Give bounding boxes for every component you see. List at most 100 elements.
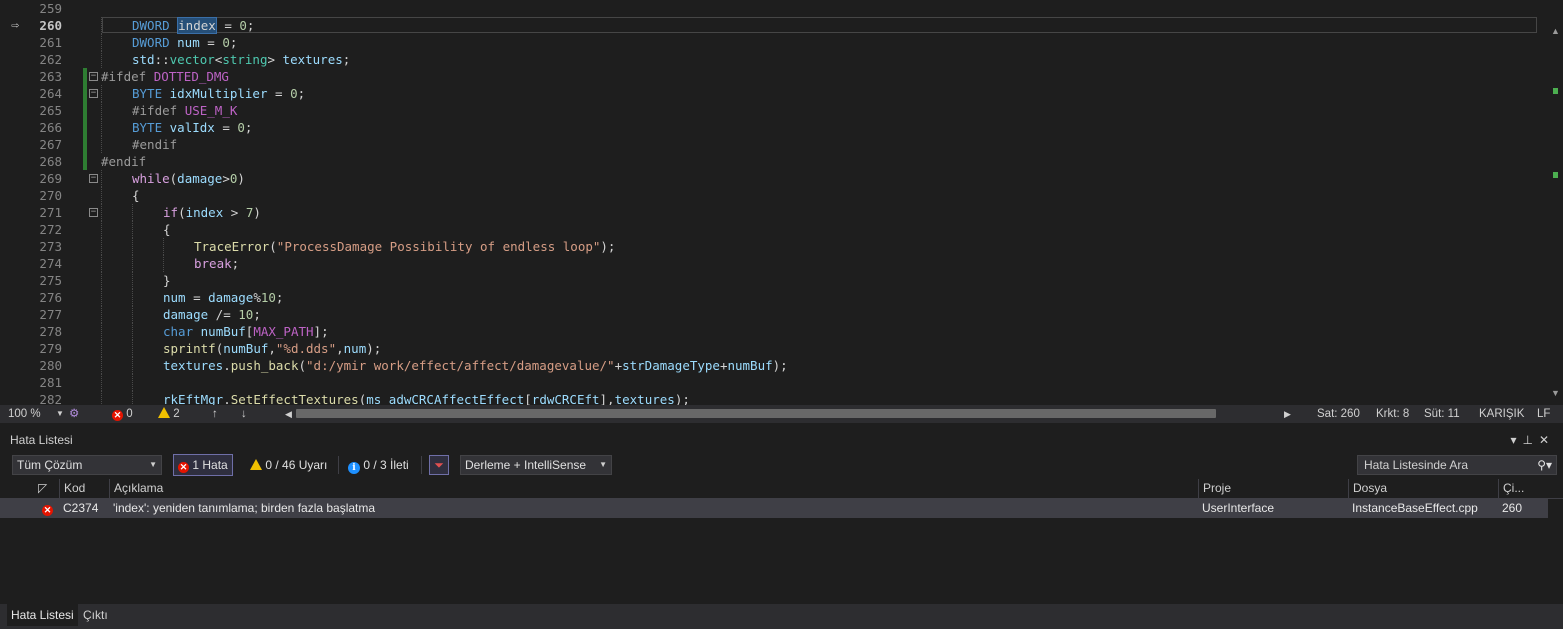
column-description[interactable]: Açıklama — [109, 479, 1199, 498]
zoom-dropdown-icon[interactable]: ▼ — [56, 405, 64, 423]
line-number: 279 — [39, 341, 62, 356]
column-line[interactable]: Çi... — [1498, 479, 1531, 498]
column-code[interactable]: Kod — [59, 479, 110, 498]
code-line[interactable]: 264 − BYTE idxMultiplier = 0; — [0, 85, 1548, 102]
code-line[interactable]: 259 — [0, 0, 1548, 17]
zoom-level[interactable]: 100 % — [8, 405, 41, 423]
indent-guide — [101, 119, 102, 136]
column-indicator[interactable]: Süt: 11 — [1424, 405, 1460, 423]
collapse-icon[interactable]: − — [89, 174, 98, 183]
warnings-filter-button[interactable]: 0 / 46 Uyarı — [250, 454, 327, 476]
scroll-right-arrow-icon[interactable]: ▶ — [1284, 405, 1291, 423]
error-list-vertical-scrollbar[interactable] — [1548, 479, 1563, 599]
scope-dropdown[interactable]: Tüm Çözüm ▼ — [12, 455, 162, 475]
code-text: BYTE idxMultiplier = 0; — [132, 85, 305, 102]
scroll-down-arrow-icon[interactable]: ▼ — [1548, 388, 1563, 398]
code-line[interactable]: 280 textures.push_back("d:/ymir work/effe… — [0, 357, 1548, 374]
panel-header: Hata Listesi ▾⊥✕ — [0, 429, 1563, 451]
collapse-icon[interactable]: − — [89, 208, 98, 217]
code-line[interactable]: 278 char numBuf[MAX_PATH]; — [0, 323, 1548, 340]
code-line[interactable]: 260 ⇨ DWORD index = 0; — [0, 17, 1548, 34]
pin-icon[interactable]: ⊥ — [1522, 433, 1538, 447]
code-line[interactable]: 270 { — [0, 187, 1548, 204]
code-token: BYTE — [132, 86, 170, 101]
editor-horizontal-scrollbar[interactable] — [296, 409, 1216, 418]
code-token: vector — [169, 52, 215, 67]
code-token: textures — [614, 392, 675, 405]
copilot-icon[interactable]: ⚙ — [69, 405, 79, 423]
column-file[interactable]: Dosya — [1348, 479, 1498, 498]
scope-dropdown-value: Tüm Çözüm — [17, 458, 83, 472]
build-filter-dropdown[interactable]: Derleme + IntelliSense ▼ — [460, 455, 612, 475]
code-token: { — [132, 188, 140, 203]
close-icon[interactable]: ✕ — [1539, 433, 1555, 447]
warning-icon — [158, 407, 170, 418]
next-issue-arrow-icon[interactable]: ↓ — [241, 405, 247, 423]
scroll-up-arrow-icon[interactable]: ▲ — [1548, 26, 1563, 36]
tab-error-list[interactable]: Hata Listesi — [7, 604, 78, 626]
code-token: > — [223, 205, 246, 220]
code-line[interactable]: 281 — [0, 374, 1548, 391]
indent-guide — [101, 323, 102, 340]
code-line[interactable]: 273 TraceError("ProcessDamage Possibility… — [0, 238, 1548, 255]
code-line[interactable]: 274 break; — [0, 255, 1548, 272]
indent-guide — [132, 306, 133, 323]
scrollbar-change-marker — [1553, 88, 1558, 94]
code-line[interactable]: 267 #endif — [0, 136, 1548, 153]
scroll-left-arrow-icon[interactable]: ◀ — [285, 405, 292, 423]
code-line[interactable]: 277 damage /= 10; — [0, 306, 1548, 323]
indent-guide — [132, 272, 133, 289]
column-project[interactable]: Proje — [1198, 479, 1348, 498]
filter-column-icon[interactable]: ◸ — [34, 479, 60, 498]
line-ending-indicator[interactable]: LF — [1537, 405, 1550, 423]
code-line[interactable]: 279 sprintf(numBuf,"%d.dds",num); — [0, 340, 1548, 357]
char-indicator[interactable]: Krkt: 8 — [1376, 405, 1409, 423]
code-token: [ — [524, 392, 532, 405]
code-token: idxMultiplier — [169, 86, 268, 101]
code-line[interactable]: 269 − while(damage>0) — [0, 170, 1548, 187]
indent-guide — [132, 289, 133, 306]
code-text: BYTE valIdx = 0; — [132, 119, 252, 136]
line-indicator[interactable]: Sat: 260 — [1317, 405, 1360, 423]
indent-guide — [132, 238, 133, 255]
code-token: "d:/ymir work/effect/affect/damagevalue/… — [306, 358, 615, 373]
line-number: 276 — [39, 290, 62, 305]
collapse-icon[interactable]: − — [89, 72, 98, 81]
code-text: while(damage>0) — [132, 170, 245, 187]
code-line[interactable]: 271 − if(index > 7) — [0, 204, 1548, 221]
code-text: TraceError("ProcessDamage Possibility of… — [194, 238, 615, 255]
code-line[interactable]: 263 − #ifdef DOTTED_DMG — [0, 68, 1548, 85]
warning-count-indicator[interactable]: 2 — [158, 405, 180, 423]
tab-output[interactable]: Çıktı — [79, 604, 112, 626]
indent-guide — [132, 374, 133, 391]
error-line: 260 — [1502, 501, 1523, 515]
encoding-indicator[interactable]: KARIŞIK — [1479, 405, 1524, 423]
line-number: 259 — [39, 1, 62, 16]
table-row[interactable]: ✕ C2374 'index': yeniden tanımlama; bird… — [0, 499, 1548, 518]
code-line[interactable]: 276 num = damage%10; — [0, 289, 1548, 306]
indent-guide — [132, 221, 133, 238]
code-line[interactable]: 272 { — [0, 221, 1548, 238]
code-token: BYTE — [132, 120, 170, 135]
code-token: ; — [342, 52, 351, 67]
code-line[interactable]: 262 std::vector<string> textures; — [0, 51, 1548, 68]
collapse-icon[interactable]: − — [89, 89, 98, 98]
code-line[interactable]: 266 BYTE valIdx = 0; — [0, 119, 1548, 136]
panel-options-icon[interactable]: ▾ — [1510, 433, 1522, 447]
code-line[interactable]: 265 #ifdef USE_M_K — [0, 102, 1548, 119]
search-icon[interactable]: ⚲▾ — [1537, 456, 1552, 474]
code-line[interactable]: 268 #endif — [0, 153, 1548, 170]
code-line[interactable]: 282 rkEftMgr.SetEffectTextures(ms_adwCRCA… — [0, 391, 1548, 405]
messages-filter-button[interactable]: i 0 / 3 İleti — [348, 454, 409, 476]
indent-guide — [101, 34, 102, 51]
code-editor[interactable]: ▲ ▼ 259 260 ⇨ DWORD index = 0; 261 DWORD num … — [0, 0, 1563, 405]
editor-vertical-scrollbar[interactable]: ▲ ▼ — [1548, 0, 1563, 405]
error-count-indicator[interactable]: ✕ 0 — [112, 405, 133, 423]
errors-filter-button[interactable]: ✕ 1 Hata — [173, 454, 233, 476]
change-indicator — [83, 68, 87, 85]
code-line[interactable]: 275} — [0, 272, 1548, 289]
filter-icon[interactable]: ⏷ — [429, 455, 449, 475]
code-line[interactable]: 261 DWORD num = 0; — [0, 34, 1548, 51]
previous-issue-arrow-icon[interactable]: ↑ — [212, 405, 218, 423]
error-list-search-input[interactable]: Hata Listesinde Ara ⚲▾ — [1357, 455, 1557, 475]
